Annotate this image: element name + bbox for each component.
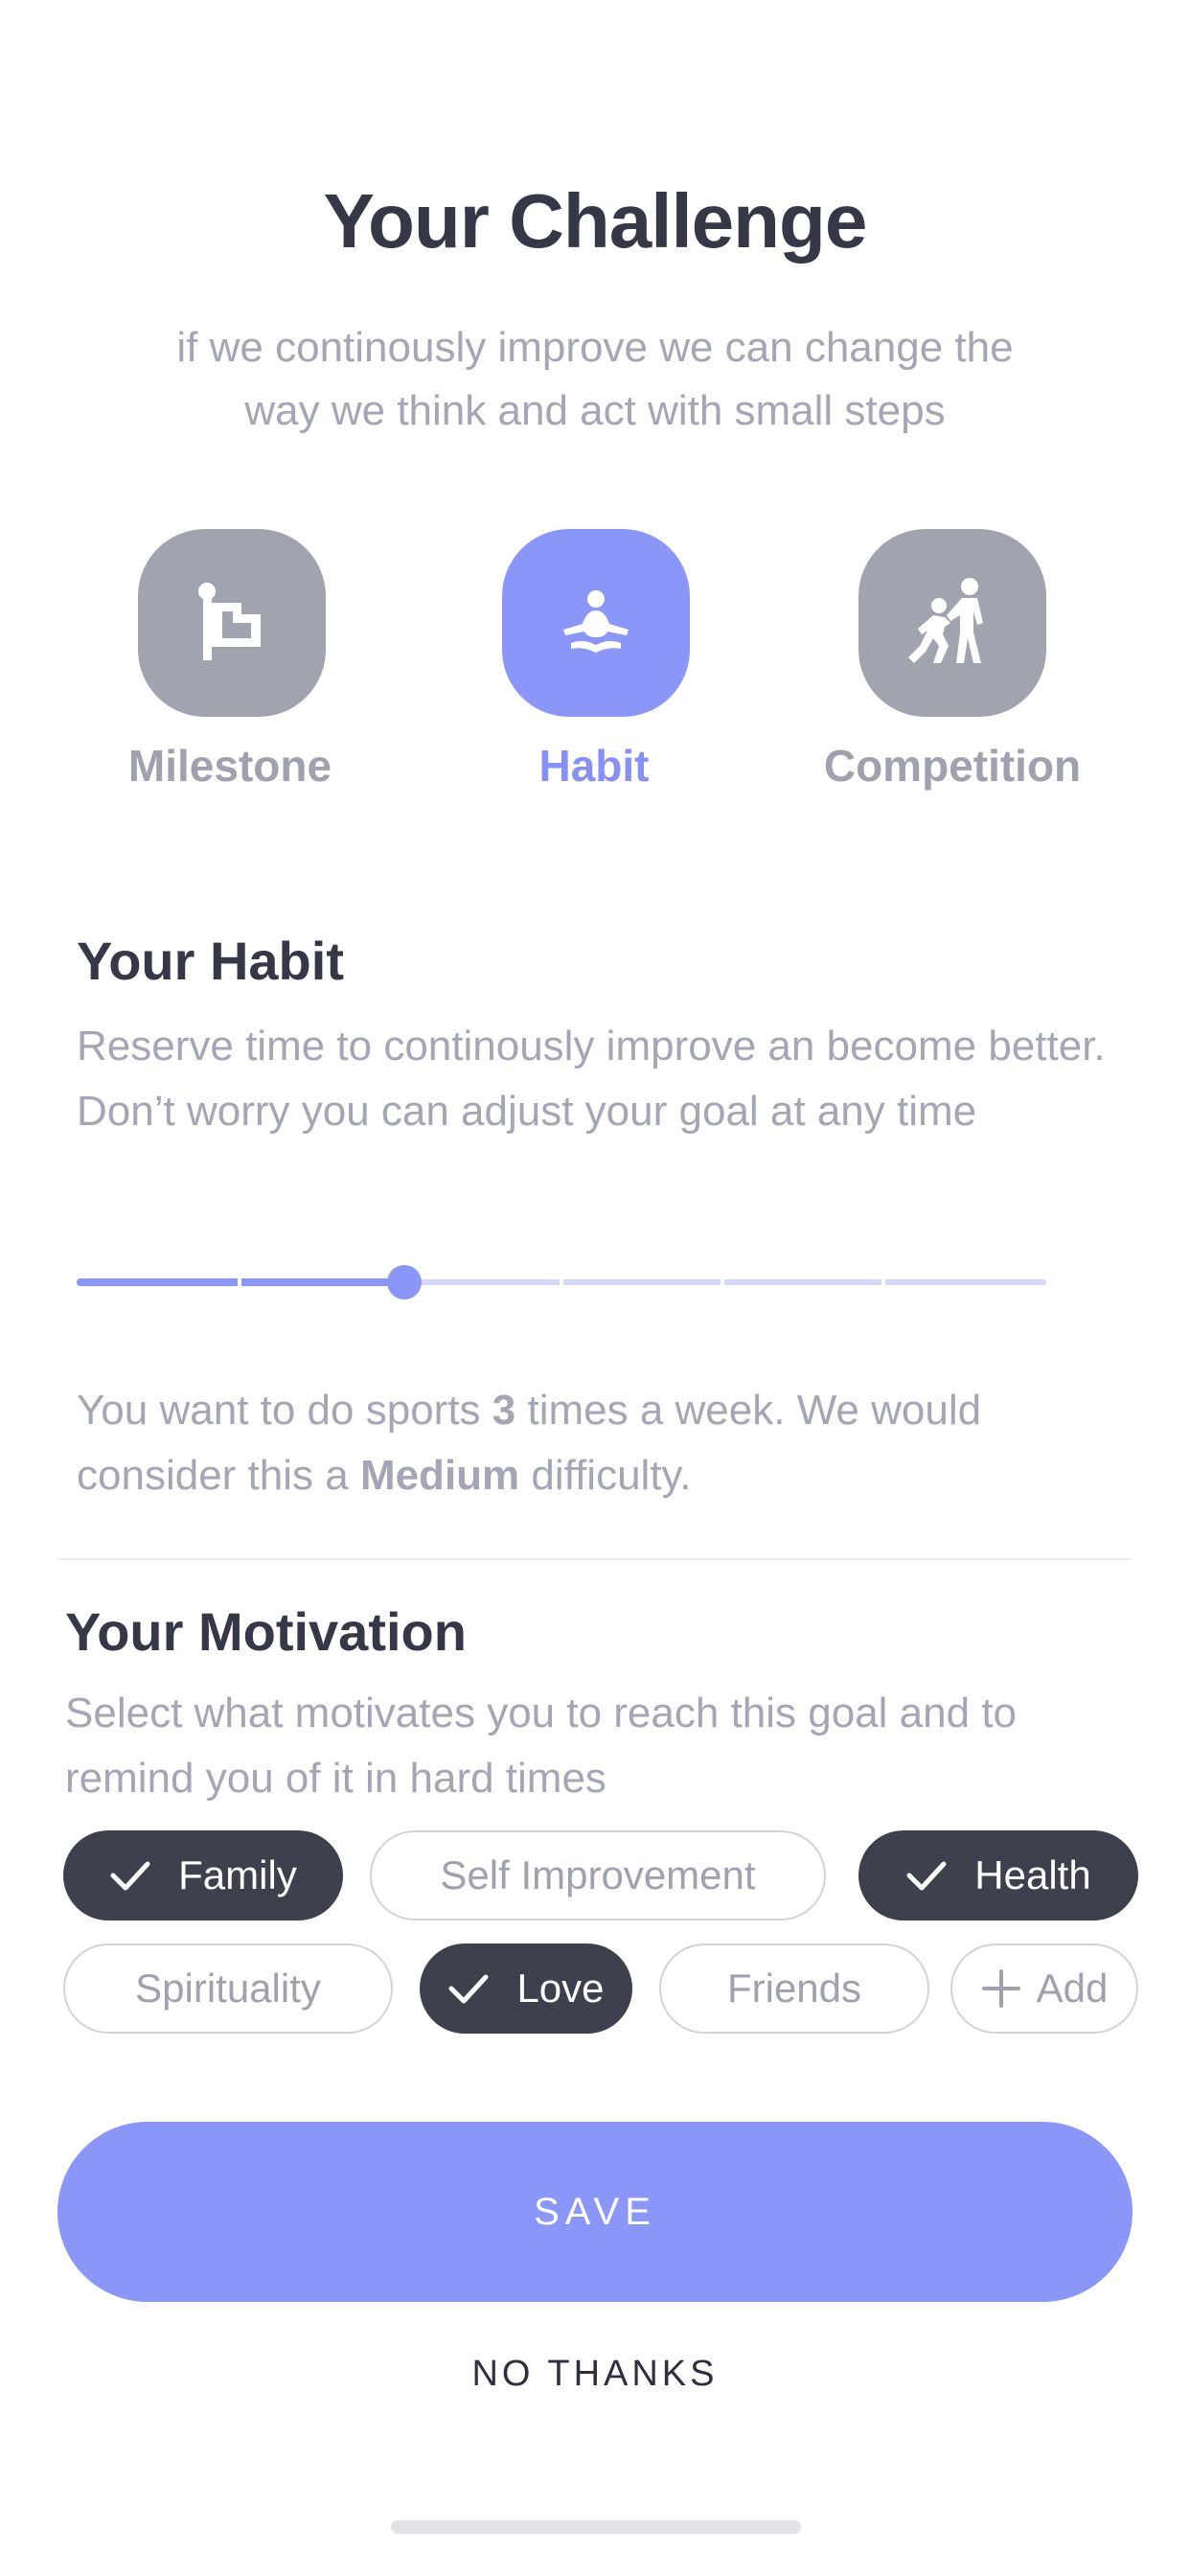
slider-tick xyxy=(238,1276,241,1288)
type-habit-button[interactable] xyxy=(502,529,690,717)
check-icon xyxy=(906,1861,947,1891)
summary-count: 3 xyxy=(492,1387,516,1434)
flag-icon xyxy=(198,583,261,660)
save-button[interactable]: SAVE xyxy=(57,2122,1133,2302)
motivation-heading: Your Motivation xyxy=(65,1601,467,1662)
add-tag-button[interactable]: Add xyxy=(950,1944,1138,2034)
type-competition-label: Competition xyxy=(823,741,1082,791)
habit-description: Reserve time to continously improve an b… xyxy=(77,1023,1106,1135)
motivation-description: Select what motivates you to reach this … xyxy=(65,1690,1018,1802)
tag-love[interactable]: Love xyxy=(420,1944,632,2034)
add-tag-label: Add xyxy=(1036,1966,1109,2011)
summary-difficulty: Medium xyxy=(359,1452,520,1499)
tag-health[interactable]: Health xyxy=(858,1830,1138,1920)
summary-prefix: You want to do sports xyxy=(77,1387,492,1434)
slider-thumb[interactable] xyxy=(387,1265,422,1300)
type-milestone-label: Milestone xyxy=(127,741,332,791)
plus-icon xyxy=(981,1969,1020,2008)
meditation-icon xyxy=(563,590,629,653)
tag-label: Health xyxy=(974,1852,1091,1898)
helping-people-icon xyxy=(908,578,983,663)
tag-label: Friends xyxy=(726,1966,862,2011)
tag-label: Love xyxy=(516,1966,605,2011)
type-competition-button[interactable] xyxy=(858,529,1046,717)
summary-suffix: difficulty. xyxy=(519,1452,692,1499)
slider-tick xyxy=(881,1276,885,1288)
check-icon xyxy=(110,1861,150,1891)
type-milestone-button[interactable] xyxy=(138,529,326,717)
tag-family[interactable]: Family xyxy=(63,1830,343,1920)
home-indicator[interactable] xyxy=(391,2520,801,2534)
page-subtitle: if we continously improve we can change … xyxy=(176,324,1014,434)
tag-spirituality[interactable]: Spirituality xyxy=(63,1944,393,2034)
tag-friends[interactable]: Friends xyxy=(659,1944,929,2034)
no-thanks-button[interactable]: NO THANKS xyxy=(0,2354,1190,2395)
tag-label: Family xyxy=(178,1852,297,1898)
competition-tile[interactable] xyxy=(858,529,1046,717)
tag-self-improvement[interactable]: Self Improvement xyxy=(370,1830,826,1920)
habit-summary: You want to do sports 3 times a week. We… xyxy=(77,1378,1092,1508)
type-habit-label: Habit xyxy=(538,741,650,791)
check-icon xyxy=(448,1974,489,2004)
tag-label: Self Improvement xyxy=(440,1852,756,1898)
slider-tick xyxy=(560,1276,563,1288)
frequency-slider[interactable] xyxy=(77,1263,1046,1301)
page-title: Your Challenge xyxy=(323,178,868,264)
habit-tile[interactable] xyxy=(502,529,690,717)
tag-label: Spirituality xyxy=(135,1966,321,2011)
milestone-tile[interactable] xyxy=(138,529,326,717)
section-divider xyxy=(57,1558,1133,1560)
slider-tick xyxy=(721,1276,724,1288)
habit-heading: Your Habit xyxy=(77,931,344,991)
